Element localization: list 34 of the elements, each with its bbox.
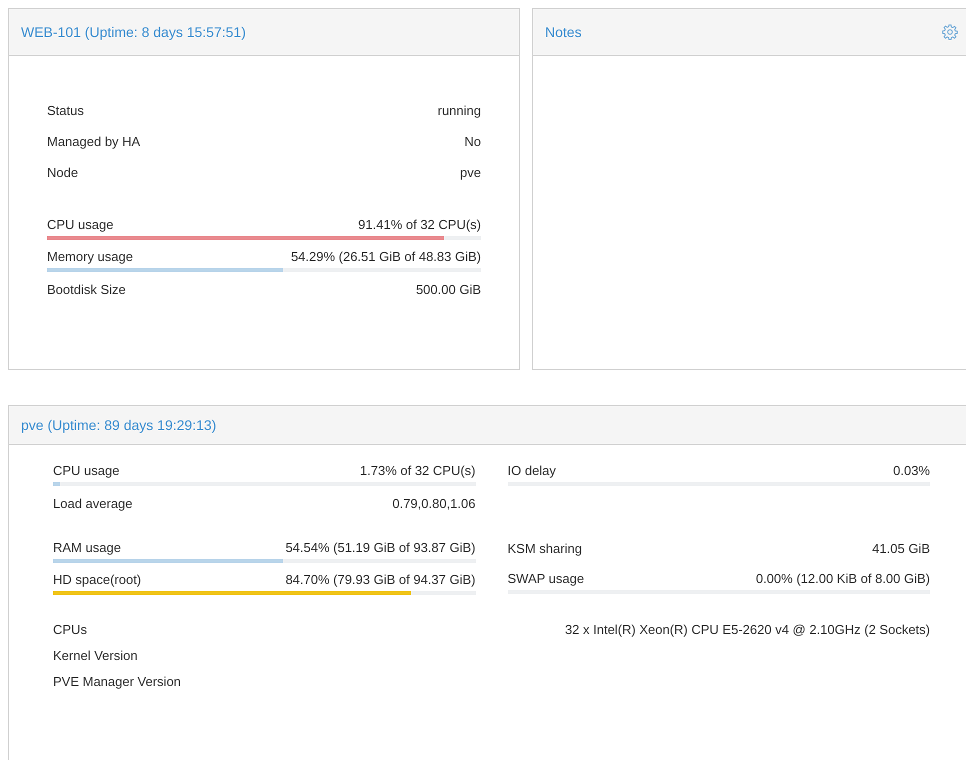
field-value: 1.73% of 32 CPU(s) — [360, 463, 476, 479]
field-label: KSM sharing — [508, 541, 582, 557]
field-label: SWAP usage — [508, 571, 584, 587]
field-value: 41.05 GiB — [872, 541, 930, 557]
field-label: CPUs — [53, 622, 87, 638]
field-label: RAM usage — [53, 540, 121, 556]
field-label: Managed by HA — [47, 134, 140, 150]
field-value: 0.03% — [893, 463, 930, 479]
field-value: 32 x Intel(R) Xeon(R) CPU E5-2620 v4 @ 2.10GHz (2 Sockets) — [564, 622, 930, 638]
field-value: 500.00 GiB — [416, 282, 481, 298]
field-label: Bootdisk Size — [47, 282, 126, 298]
field-value: 54.54% (51.19 GiB of 93.87 GiB) — [285, 540, 476, 556]
field-label: CPU usage — [53, 463, 120, 479]
field-value: 0.79,0.80,1.06 — [392, 496, 476, 512]
panel-title: Notes — [545, 24, 582, 40]
field-value: 91.41% of 32 CPU(s) — [358, 217, 481, 233]
field-label: Node — [47, 165, 78, 181]
field-value: pve — [460, 165, 481, 181]
settings-icon[interactable] — [942, 24, 958, 40]
field-label: HD space(root) — [53, 572, 142, 588]
field-label: CPU usage — [47, 217, 114, 233]
field-value: running — [438, 103, 481, 119]
field-label: PVE Manager Version — [53, 674, 181, 690]
field-value: 54.29% (26.51 GiB of 48.83 GiB) — [290, 249, 481, 265]
panel-title: pve (Uptime: 89 days 19:29:13) — [21, 417, 216, 433]
field-value: 84.70% (79.93 GiB of 94.37 GiB) — [285, 572, 476, 588]
field-value: 0.00% (12.00 KiB of 8.00 GiB) — [756, 571, 930, 587]
field-label: IO delay — [508, 463, 556, 479]
field-label: Load average — [53, 496, 133, 512]
field-value: No — [464, 134, 481, 150]
field-label: Memory usage — [47, 249, 133, 265]
panel-title: WEB-101 (Uptime: 8 days 15:57:51) — [21, 24, 246, 40]
field-label: Kernel Version — [53, 648, 138, 664]
field-label: Status — [47, 103, 84, 119]
